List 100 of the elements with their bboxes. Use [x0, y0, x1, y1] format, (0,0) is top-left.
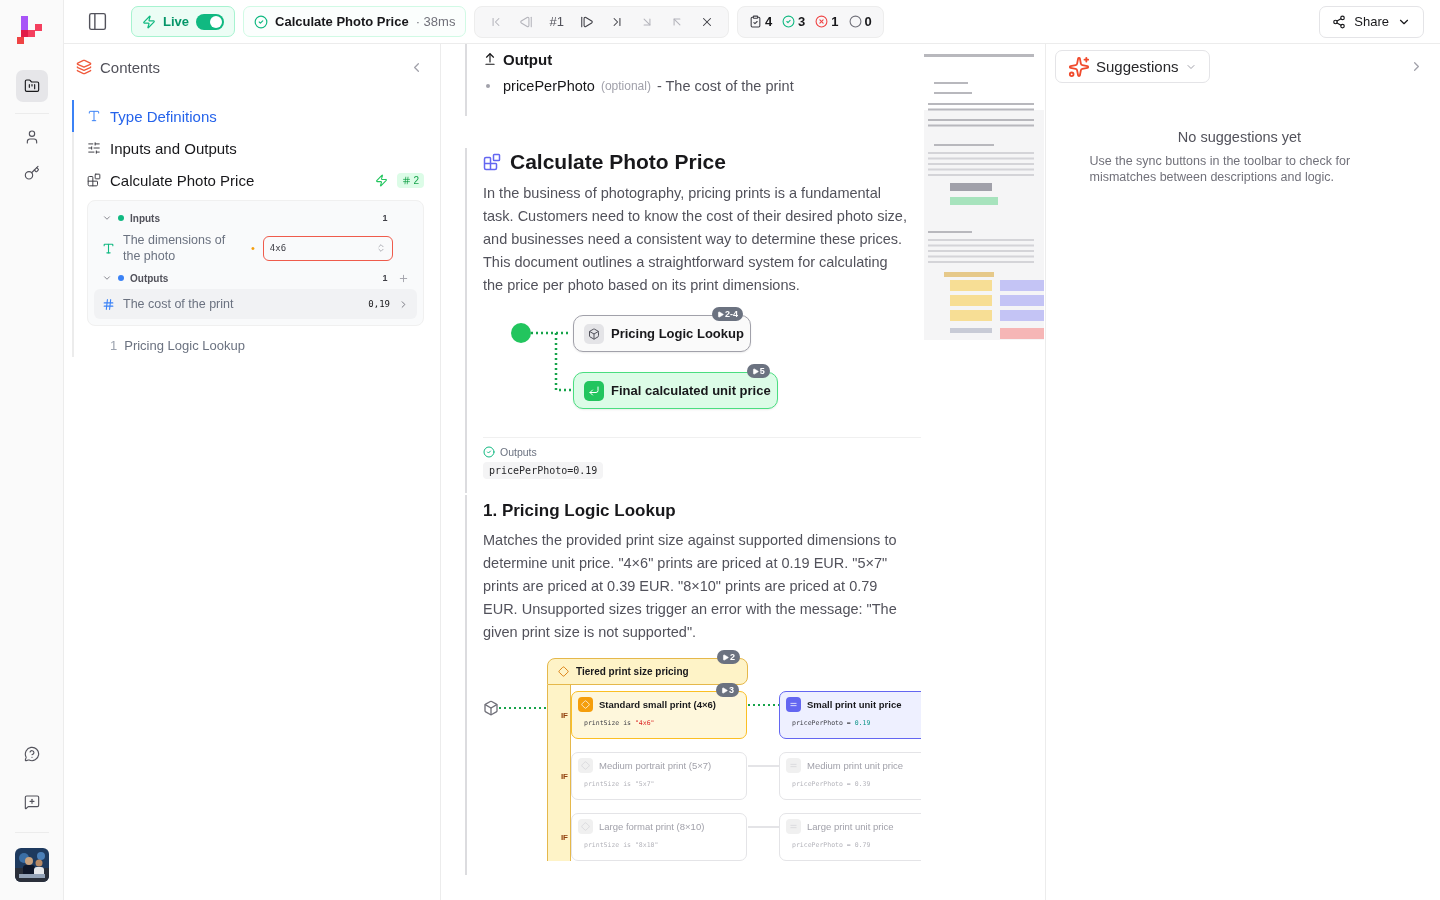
cube-icon	[588, 327, 600, 340]
step-number: #1	[549, 14, 564, 29]
upload-icon	[483, 52, 497, 66]
add-icon[interactable]	[398, 272, 409, 284]
contents-item[interactable]: Calculate Photo Price 2	[72, 164, 424, 196]
blocks-icon	[87, 173, 101, 187]
outputs-label: Outputs	[500, 446, 537, 458]
check-icon	[254, 14, 268, 29]
previous-step-icon	[519, 14, 534, 29]
run-chip[interactable]: Calculate Photo Price · 38ms	[243, 6, 467, 37]
contents-item[interactable]: Inputs and Outputs	[72, 132, 424, 164]
live-toggle[interactable]: Live	[131, 6, 235, 37]
live-label: Live	[163, 14, 189, 29]
help-icon	[23, 746, 40, 762]
diamond-icon	[581, 700, 590, 709]
group-count: 1	[381, 213, 389, 223]
connector-line	[529, 331, 573, 392]
function-title: Calculate Photo Price	[510, 150, 726, 174]
layers-icon	[76, 59, 92, 75]
cube-icon	[483, 700, 499, 716]
run-badge: 2-4	[711, 307, 743, 321]
group-count: 1	[381, 273, 389, 283]
lightning-icon	[375, 173, 389, 187]
function-description: In the business of photography, pricing prints is a fundamental task. Customers need to know the cost of their desired photo size, and businesses need a consistent way to determine these prices. This document outlines a straightforward system for calculating the price per photo based on its print dimensions.	[483, 184, 908, 295]
gate-label: IF	[560, 832, 568, 842]
blocks-icon	[483, 153, 501, 171]
equals-icon	[789, 700, 798, 709]
param-note: (optional)	[600, 79, 651, 93]
share-button[interactable]: Share	[1319, 5, 1424, 38]
condition-label: Standard small print (4×6)	[599, 699, 716, 710]
gate-label: IF	[560, 771, 568, 781]
item-label: Type Definitions	[110, 107, 218, 125]
chevron-icon[interactable]	[102, 273, 112, 283]
contents-title: Contents	[100, 58, 162, 76]
type-icon	[102, 241, 115, 255]
empty-title: No suggestions yet	[1177, 129, 1302, 145]
type-icon	[87, 109, 101, 123]
group-label: Inputs	[130, 212, 160, 224]
step-description: Matches the provided print size against supported dimensions to determine unit price. "4×6" prints are priced at 0.19 EUR. "5×7" prints are priced at 0.39 EUR. "8×10" prints are priced at 0.79 EUR. Unsupported sizes trigger an error with the message: "The given print size is not supported".	[483, 531, 898, 642]
output-code: pricePerPhoto=0.19	[483, 462, 604, 479]
contents-item[interactable]: Type Definitions	[72, 100, 424, 132]
item-label: Calculate Photo Price	[110, 171, 256, 189]
check-icon	[782, 15, 796, 28]
gate-label: IF	[560, 710, 568, 720]
count-value: 0	[864, 14, 872, 29]
condition-label: Large format print (8×10)	[599, 821, 705, 832]
step-link[interactable]: Pricing Logic Lookup	[124, 338, 245, 353]
start-dot	[511, 323, 531, 343]
connector-line	[499, 707, 547, 709]
node-label: Pricing Logic Lookup	[611, 326, 744, 341]
return-icon	[588, 384, 600, 397]
lightning-icon	[142, 14, 156, 29]
section-heading: Output	[503, 50, 553, 68]
node-label: Final calculated unit price	[611, 383, 771, 398]
group-label: Outputs	[130, 272, 169, 284]
error-icon	[815, 15, 829, 28]
result-label: Medium print unit price	[807, 760, 904, 771]
output-row[interactable]: The cost of the print 0,19	[94, 289, 417, 319]
decision-label: Tiered print size pricing	[576, 666, 689, 677]
suggestions-button[interactable]: Suggestions	[1055, 50, 1210, 83]
empty-message: Use the sync buttons in the toolbar to check for mismatches between descriptions and logic.	[1089, 153, 1352, 185]
bullet	[486, 84, 490, 88]
count-value: 4	[764, 14, 773, 29]
run-name: Calculate Photo Price	[275, 14, 409, 29]
next-step-icon	[579, 14, 594, 29]
result-label: Large print unit price	[807, 821, 894, 832]
run-badge: 2	[717, 650, 740, 664]
required-mark: •	[251, 242, 255, 254]
result-label: Small print unit price	[807, 699, 902, 710]
run-badge: 5	[746, 364, 770, 378]
param-description: - The cost of the print	[656, 78, 794, 94]
run-duration: · 38ms	[415, 14, 456, 29]
field-label: The dimensions of the photo	[123, 232, 227, 264]
feedback-icon	[23, 794, 40, 810]
live-switch[interactable]	[196, 13, 224, 30]
size-field[interactable]: 4x6	[262, 235, 393, 261]
hash-icon	[102, 297, 115, 311]
rail-button[interactable]	[15, 70, 48, 102]
output-value: 0,19	[368, 299, 390, 309]
param-name: pricePerPhoto	[503, 78, 595, 94]
circle-icon	[848, 15, 862, 28]
sparkles-icon	[1068, 55, 1090, 78]
count-value: 3	[798, 14, 806, 29]
field-label: The cost of the print	[123, 296, 235, 312]
run-badge: 3	[716, 683, 739, 697]
up-down-icon	[375, 243, 386, 253]
step-number: 1	[110, 338, 118, 353]
condition-label: Medium portrait print (5×7)	[599, 760, 712, 771]
count-value: 1	[831, 14, 839, 29]
key-icon	[23, 165, 40, 181]
check-icon	[483, 446, 495, 458]
clipboard-icon	[748, 15, 762, 28]
folder-icon	[23, 78, 40, 94]
item-label: Inputs and Outputs	[110, 139, 238, 157]
status-dot	[118, 215, 124, 221]
status-dot	[118, 275, 124, 281]
count-badge: 2	[397, 172, 424, 188]
diamond-icon	[558, 666, 569, 677]
step-title: 1. Pricing Logic Lookup	[483, 500, 677, 521]
chevron-icon[interactable]	[102, 213, 112, 223]
